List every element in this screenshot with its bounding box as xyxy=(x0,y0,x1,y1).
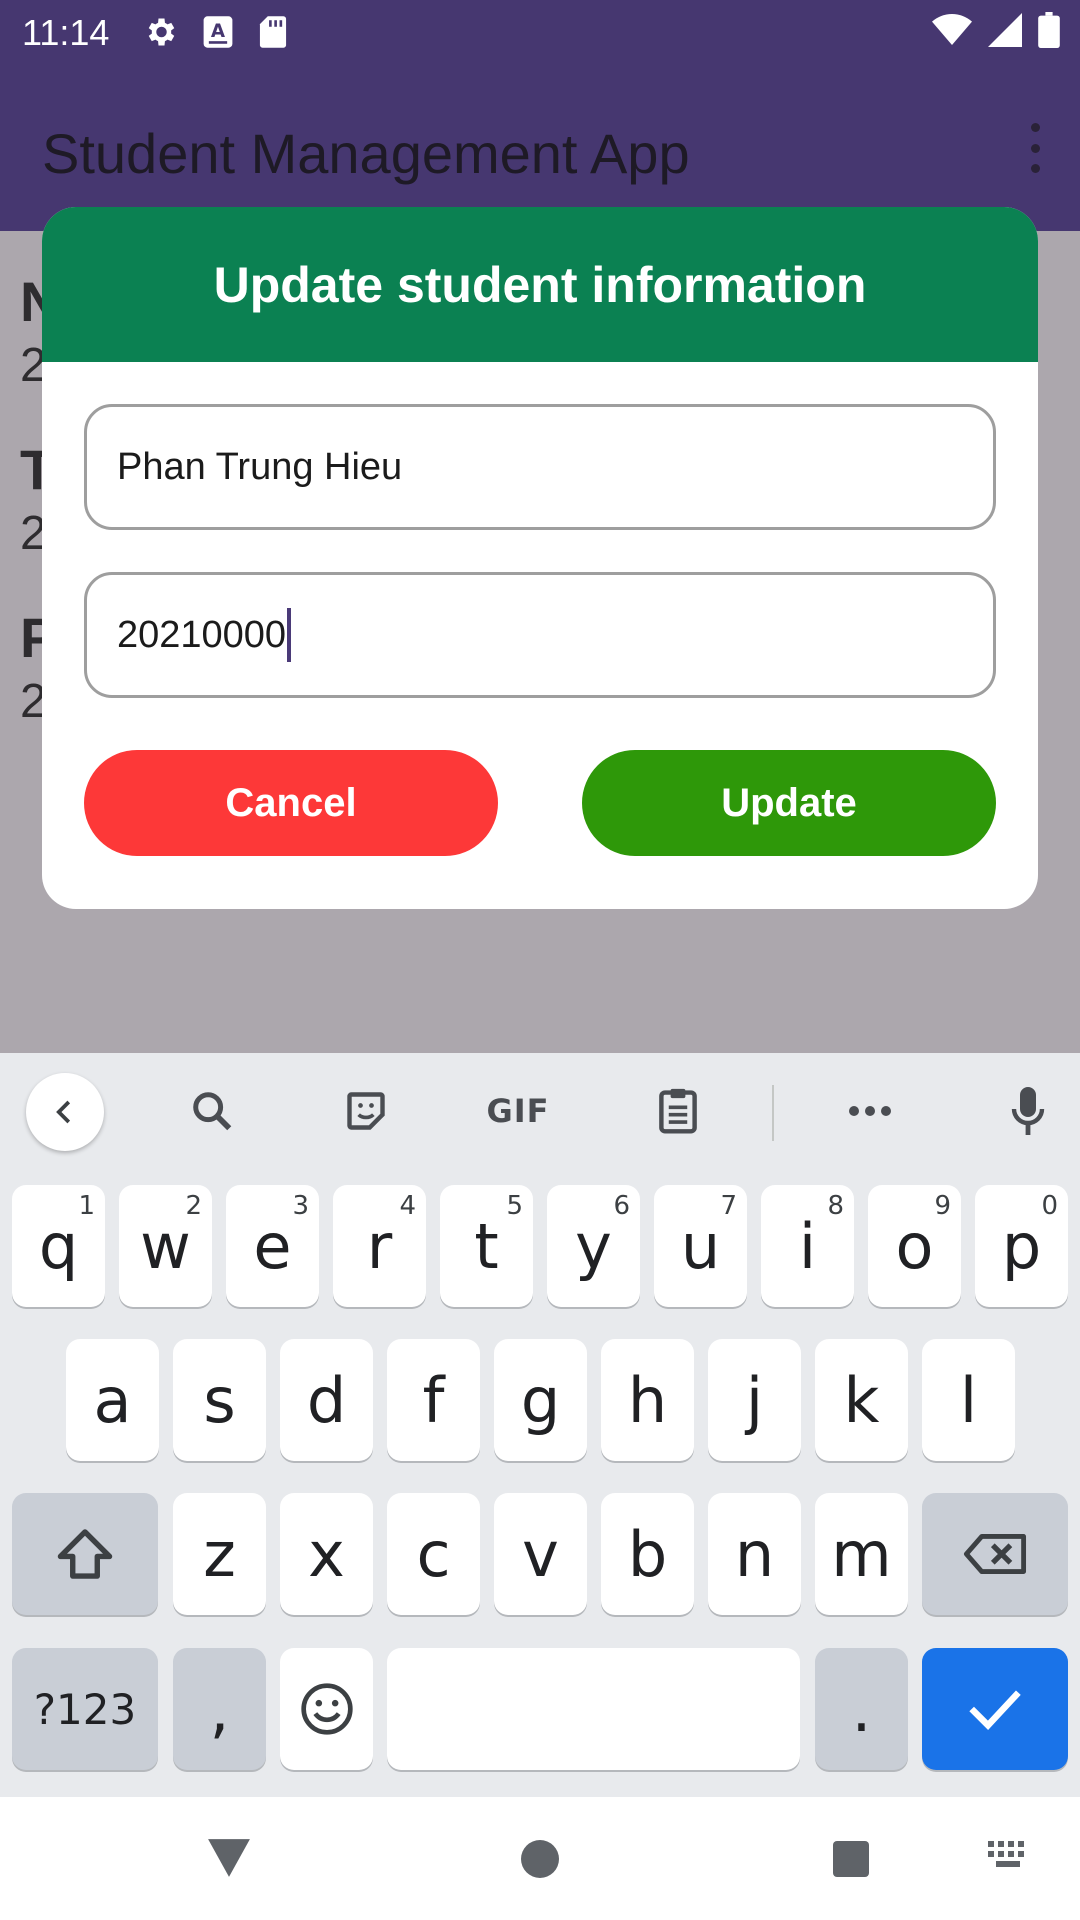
keyboard-switch-icon[interactable] xyxy=(986,1839,1030,1880)
key-j[interactable]: j xyxy=(708,1339,801,1461)
keyboard-toolbar: GIF xyxy=(0,1053,1080,1168)
home-icon[interactable] xyxy=(520,1839,560,1884)
mic-icon[interactable] xyxy=(1000,1083,1056,1139)
student-name-value: Phan Trung Hieu xyxy=(117,445,403,488)
period-key[interactable]: . xyxy=(815,1648,908,1770)
comma-key[interactable]: , xyxy=(173,1648,266,1770)
key-k[interactable]: k xyxy=(815,1339,908,1461)
key-b[interactable]: b xyxy=(601,1493,694,1615)
status-bar: 11:14 A xyxy=(0,0,1080,63)
key-h[interactable]: h xyxy=(601,1339,694,1461)
key-n[interactable]: n xyxy=(708,1493,801,1615)
key-e[interactable]: e3 xyxy=(226,1185,319,1307)
student-id-value: 20210000 xyxy=(117,613,287,656)
recents-icon[interactable] xyxy=(831,1839,871,1884)
key-a[interactable]: a xyxy=(66,1339,159,1461)
app-title: Student Management App xyxy=(42,122,690,185)
key-q[interactable]: q1 xyxy=(12,1185,105,1307)
status-time: 11:14 xyxy=(22,12,110,53)
key-d[interactable]: d xyxy=(280,1339,373,1461)
key-r[interactable]: r4 xyxy=(333,1185,426,1307)
key-o[interactable]: o9 xyxy=(868,1185,961,1307)
overflow-menu-icon[interactable] xyxy=(1020,123,1050,173)
clipboard-icon[interactable] xyxy=(650,1083,706,1139)
dialog-header: Update student information xyxy=(42,207,1038,362)
sticker-icon[interactable] xyxy=(338,1083,394,1139)
keyboard-a-icon: A xyxy=(202,15,234,54)
back-icon[interactable] xyxy=(206,1837,252,1884)
key-i[interactable]: i8 xyxy=(761,1185,854,1307)
space-key[interactable] xyxy=(387,1648,800,1770)
status-icons-right xyxy=(932,12,1060,53)
key-f[interactable]: f xyxy=(387,1339,480,1461)
symbols-key[interactable]: ?123 xyxy=(12,1648,158,1770)
more-icon[interactable] xyxy=(842,1083,898,1139)
emoji-key[interactable] xyxy=(280,1648,373,1770)
navigation-bar xyxy=(0,1797,1080,1920)
backspace-icon xyxy=(963,1533,1027,1575)
settings-icon xyxy=(142,14,178,55)
status-icons-left: A xyxy=(142,14,288,55)
key-s[interactable]: s xyxy=(173,1339,266,1461)
text-cursor xyxy=(287,608,292,662)
key-u[interactable]: u7 xyxy=(654,1185,747,1307)
key-g[interactable]: g xyxy=(494,1339,587,1461)
update-button[interactable]: Update xyxy=(582,750,996,856)
wifi-icon xyxy=(932,13,972,52)
key-c[interactable]: c xyxy=(387,1493,480,1615)
key-x[interactable]: x xyxy=(280,1493,373,1615)
cancel-button[interactable]: Cancel xyxy=(84,750,498,856)
dialog-title: Update student information xyxy=(213,256,867,313)
shift-icon xyxy=(57,1529,113,1579)
app-bar: Student Management App xyxy=(0,63,1080,231)
key-p[interactable]: p0 xyxy=(975,1185,1068,1307)
key-v[interactable]: v xyxy=(494,1493,587,1615)
emoji-icon xyxy=(300,1683,353,1735)
checkmark-icon xyxy=(969,1690,1021,1731)
soft-keyboard: GIF q1 w2 e3 r4 t5 y6 u7 i8 o9 p0 a s d … xyxy=(0,1053,1080,1797)
svg-text:A: A xyxy=(211,21,226,42)
update-student-dialog: Update student information Phan Trung Hi… xyxy=(42,207,1038,909)
backspace-key[interactable] xyxy=(922,1493,1068,1615)
student-id-input[interactable]: 20210000 xyxy=(84,572,996,698)
sd-card-icon xyxy=(258,15,288,54)
enter-key[interactable] xyxy=(922,1648,1068,1770)
key-m[interactable]: m xyxy=(815,1493,908,1615)
battery-icon xyxy=(1038,12,1060,53)
key-y[interactable]: y6 xyxy=(547,1185,640,1307)
student-name-input[interactable]: Phan Trung Hieu xyxy=(84,404,996,530)
key-t[interactable]: t5 xyxy=(440,1185,533,1307)
signal-icon xyxy=(988,13,1022,52)
key-z[interactable]: z xyxy=(173,1493,266,1615)
search-icon[interactable] xyxy=(184,1083,240,1139)
key-w[interactable]: w2 xyxy=(119,1185,212,1307)
toolbar-divider xyxy=(772,1085,774,1141)
key-l[interactable]: l xyxy=(922,1339,1015,1461)
chevron-left-icon[interactable] xyxy=(26,1073,104,1151)
gif-button[interactable]: GIF xyxy=(486,1083,548,1139)
shift-key[interactable] xyxy=(12,1493,158,1615)
